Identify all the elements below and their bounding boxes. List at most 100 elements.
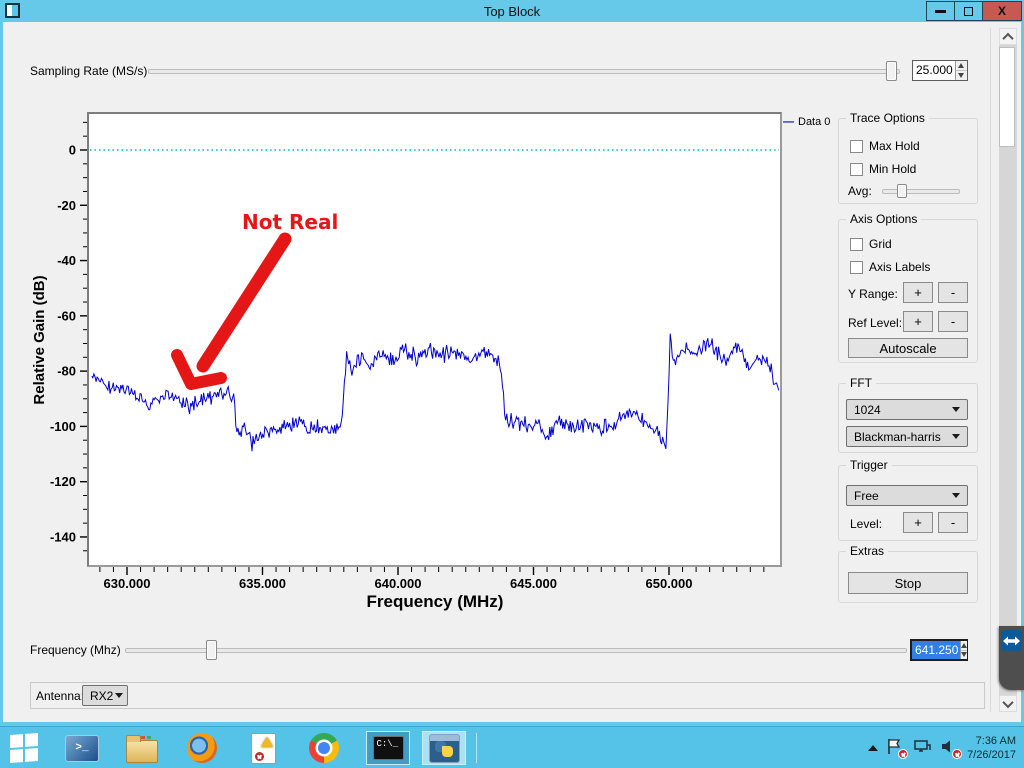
min-hold-box[interactable] [850,163,863,176]
legend-label: Data 0 [798,116,830,128]
maximize-button[interactable] [954,1,982,21]
powershell-icon: >_ [65,735,99,762]
command-prompt-taskbar-button[interactable]: C:\_ [366,731,410,765]
tray-date: 7/26/2017 [967,748,1016,762]
scroll-up-button[interactable] [999,28,1017,45]
avg-slider[interactable] [882,189,960,194]
x-tick-label: 630.000 [104,576,151,591]
axis-labels-box[interactable] [850,261,863,274]
teamviewer-panel-tab[interactable] [999,626,1024,690]
sampling-rate-value[interactable]: 25.000 [913,61,955,80]
close-button[interactable]: X [982,1,1022,21]
scroll-thumb[interactable] [999,47,1015,147]
antenna-label: Antenna: [36,689,84,703]
notes-warning-taskbar-button[interactable] [241,731,285,765]
legend-line-swatch: — [783,116,794,128]
caption-buttons: X [926,1,1022,21]
fft-window-value: Blackman-harris [854,430,941,444]
frequency-spinner [960,641,967,659]
dropdown-arrow-icon [115,693,123,698]
stop-button[interactable]: Stop [848,572,968,594]
sampling-rate-spinbox[interactable]: 25.000 [912,60,968,81]
plot-legend: — Data 0 [783,116,830,128]
python-app-taskbar-button[interactable] [422,731,466,765]
sampling-rate-slider[interactable] [148,69,900,74]
fft-size-dropdown[interactable]: 1024 [846,399,968,420]
action-center-flag-icon[interactable] [886,738,905,757]
axis-labels-label: Axis Labels [869,260,930,274]
y-tick-label: 0 [69,143,76,158]
y-range-label: Y Range: [848,287,898,301]
notes-warning-icon [251,733,276,764]
y-tick-label: -20 [57,198,76,213]
axis-labels-checkbox[interactable]: Axis Labels [850,260,930,274]
y-range-minus-button[interactable]: - [938,282,968,303]
clock[interactable]: 7:36 AM 7/26/2017 [967,734,1016,762]
restore-icon [964,7,973,16]
trigger-mode-dropdown[interactable]: Free [846,485,968,506]
chrome-taskbar-button[interactable] [302,731,346,765]
frequency-value[interactable]: 641.250 [912,641,960,659]
grid-label: Grid [869,237,892,251]
dropdown-arrow-icon [952,434,960,439]
avg-label: Avg: [848,184,872,198]
ref-level-minus-button[interactable]: - [938,311,968,332]
grid-checkbox[interactable]: Grid [850,237,892,251]
spectrum-plot: 630.000635.000640.000645.000650.0000-20-… [25,108,790,618]
file-explorer-taskbar-button[interactable] [120,731,164,765]
trigger-level-minus-button[interactable]: - [938,512,968,533]
spin-down-button[interactable] [956,71,967,80]
minimize-icon [935,10,946,13]
autoscale-button[interactable]: Autoscale [848,338,968,358]
sampling-rate-slider-handle[interactable] [886,61,897,81]
avg-slider-handle[interactable] [897,184,907,198]
file-explorer-icon [126,740,158,763]
y-tick-label: -100 [50,419,76,434]
max-hold-checkbox[interactable]: Max Hold [850,139,920,153]
tray-time: 7:36 AM [967,734,1016,748]
frequency-spinbox[interactable]: 641.250 [910,639,968,661]
spin-up-button[interactable] [956,61,967,71]
max-hold-box[interactable] [850,140,863,153]
trigger-level-plus-button[interactable]: + [903,512,933,533]
frequency-slider[interactable] [125,648,907,653]
x-tick-label: 645.000 [510,576,557,591]
dropdown-arrow-icon [952,407,960,412]
x-tick-label: 650.000 [646,576,693,591]
spin-up-button[interactable] [961,641,967,651]
network-icon[interactable] [913,738,932,757]
y-range-plus-button[interactable]: + [903,282,933,303]
fft-title: FFT [846,376,876,390]
antenna-value: RX2 [90,689,113,703]
min-hold-checkbox[interactable]: Min Hold [850,162,916,176]
error-badge-icon [254,751,265,762]
content-divider [990,28,991,712]
fft-window-dropdown[interactable]: Blackman-harris [846,426,968,447]
trigger-level-label: Level: [850,517,882,531]
trigger-mode-value: Free [854,489,879,503]
powershell-taskbar-button[interactable]: >_ [60,731,104,765]
trigger-title: Trigger [846,458,892,472]
system-tray: 7:36 AM 7/26/2017 [868,727,1016,768]
ref-level-plus-button[interactable]: + [903,311,933,332]
firefox-icon [187,733,217,763]
vertical-scrollbar[interactable] [999,28,1017,712]
volume-muted-icon[interactable] [940,738,959,757]
spin-down-button[interactable] [961,651,967,660]
frequency-slider-handle[interactable] [206,640,217,660]
scroll-down-button[interactable] [999,695,1017,712]
grid-box[interactable] [850,238,863,251]
start-button[interactable] [2,731,46,765]
teamviewer-icon [1001,630,1022,651]
minimize-button[interactable] [926,1,954,21]
antenna-dropdown[interactable]: RX2 [82,685,128,706]
firefox-taskbar-button[interactable] [180,731,224,765]
mute-badge-icon [952,749,962,759]
dropdown-arrow-icon [952,493,960,498]
x-tick-label: 635.000 [239,576,286,591]
y-tick-label: -120 [50,474,76,489]
tray-expand-icon[interactable] [868,745,878,751]
alert-badge-icon [898,749,908,759]
chevron-up-icon [1002,32,1013,43]
axis-options-title: Axis Options [846,212,921,226]
